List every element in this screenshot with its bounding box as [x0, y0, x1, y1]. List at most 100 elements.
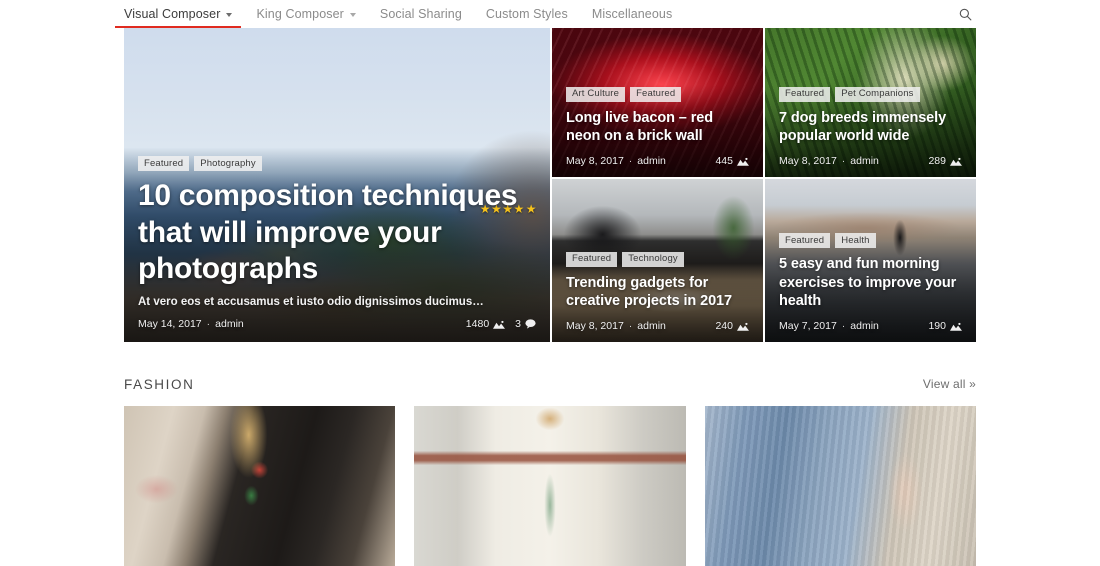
- view-count-value: 1480: [465, 318, 490, 330]
- card-meta-left: May 7, 2017 · admin: [779, 320, 879, 332]
- card-title[interactable]: Long live bacon – red neon on a brick wa…: [566, 109, 749, 146]
- tag-featured[interactable]: Featured: [138, 156, 190, 172]
- card-content: Featured Technology Trending gadgets for…: [552, 251, 763, 342]
- page-root: Visual Composer King Composer Social Sha…: [0, 0, 1100, 566]
- section-title: FASHION: [124, 376, 195, 392]
- view-count-value: 289: [928, 155, 946, 167]
- card-view-count: 190: [928, 320, 962, 332]
- card-meta-right: 190: [928, 320, 962, 332]
- hero-meta: May 14, 2017 · admin 1480 3: [138, 318, 536, 330]
- hero-meta-left: May 14, 2017 · admin: [138, 318, 244, 330]
- tag-pet-companions[interactable]: Pet Companions: [835, 86, 920, 102]
- card-title[interactable]: 5 easy and fun morning exercises to impr…: [779, 255, 962, 311]
- views-icon: [737, 322, 749, 331]
- fashion-thumbnail-image: [124, 406, 396, 566]
- hero-date: May 14, 2017: [138, 318, 202, 330]
- card-meta-right: 289: [928, 155, 962, 167]
- featured-card-exercise[interactable]: Featured Health 5 easy and fun morning e…: [765, 179, 976, 342]
- views-icon: [737, 157, 749, 166]
- featured-card-gadgets[interactable]: Featured Technology Trending gadgets for…: [552, 179, 763, 342]
- tag-art-culture[interactable]: Art Culture: [566, 86, 626, 102]
- card-meta-right: 445: [715, 155, 749, 167]
- card-date: May 8, 2017: [566, 320, 624, 332]
- tag-photography[interactable]: Photography: [194, 156, 262, 172]
- card-title[interactable]: Trending gadgets for creative projects i…: [566, 274, 749, 311]
- featured-card-neon[interactable]: Art Culture Featured Long live bacon – r…: [552, 28, 763, 177]
- views-icon: [493, 320, 506, 329]
- card-view-count: 240: [715, 320, 749, 332]
- card-meta-left: May 8, 2017 · admin: [566, 320, 666, 332]
- card-meta-right: 240: [715, 320, 749, 332]
- card-content: Art Culture Featured Long live bacon – r…: [552, 86, 763, 177]
- nav-items-container: Visual Composer King Composer Social Sha…: [114, 0, 976, 28]
- featured-posts-grid: ★★★★ ★ Featured Photography 10 compositio…: [124, 28, 976, 342]
- nav-item-custom-styles[interactable]: Custom Styles: [486, 0, 568, 28]
- card-tags: Featured Technology: [566, 251, 749, 267]
- card-meta: May 7, 2017 · admin 190: [779, 320, 962, 332]
- card-meta: May 8, 2017 · admin 445: [566, 155, 749, 167]
- view-count-value: 445: [715, 155, 733, 167]
- card-date: May 8, 2017: [566, 155, 624, 167]
- nav-item-label: Social Sharing: [379, 7, 462, 21]
- hero-author[interactable]: admin: [215, 318, 244, 330]
- hero-content: Featured Photography 10 composition tech…: [124, 156, 550, 342]
- hero-view-count: 1480: [465, 318, 506, 330]
- nav-item-label: Miscellaneous: [591, 7, 673, 21]
- tag-featured[interactable]: Featured: [630, 86, 682, 102]
- fashion-card-1[interactable]: [124, 406, 396, 566]
- nav-item-label: King Composer: [256, 7, 344, 21]
- card-author[interactable]: admin: [637, 155, 666, 167]
- fashion-card-3[interactable]: [704, 406, 976, 566]
- featured-hero-card[interactable]: ★★★★ ★ Featured Photography 10 compositio…: [124, 28, 550, 342]
- card-meta-left: May 8, 2017 · admin: [779, 155, 879, 167]
- fashion-card-2[interactable]: [414, 406, 686, 566]
- card-meta-left: May 8, 2017 · admin: [566, 155, 666, 167]
- tag-technology[interactable]: Technology: [622, 251, 684, 267]
- card-tags: Featured Health: [779, 233, 962, 249]
- nav-item-king-composer[interactable]: King Composer: [256, 0, 356, 28]
- tag-featured[interactable]: Featured: [566, 251, 618, 267]
- tag-featured[interactable]: Featured: [779, 233, 831, 249]
- nav-item-miscellaneous[interactable]: Miscellaneous: [592, 0, 673, 28]
- card-view-count: 289: [928, 155, 962, 167]
- search-button[interactable]: [954, 0, 976, 28]
- featured-card-dog[interactable]: Featured Pet Companions 7 dog breeds imm…: [765, 28, 976, 177]
- fashion-thumbnail-image: [414, 406, 686, 566]
- tag-featured[interactable]: Featured: [779, 86, 831, 102]
- card-tags: Art Culture Featured: [566, 86, 749, 102]
- search-icon: [959, 8, 971, 20]
- card-meta: May 8, 2017 · admin 289: [779, 155, 962, 167]
- card-author[interactable]: admin: [850, 320, 879, 332]
- meta-separator: ·: [628, 155, 633, 167]
- chevron-down-icon: [226, 13, 233, 17]
- view-all-link[interactable]: View all »: [923, 377, 976, 391]
- nav-item-label: Custom Styles: [485, 7, 568, 21]
- comment-count-value: 3: [515, 318, 521, 330]
- view-count-value: 240: [715, 320, 733, 332]
- fashion-posts-row: [124, 406, 976, 566]
- meta-separator: ·: [206, 318, 211, 330]
- hero-meta-right: 1480 3: [466, 318, 536, 330]
- tag-health[interactable]: Health: [835, 233, 876, 249]
- nav-item-visual-composer[interactable]: Visual Composer: [114, 0, 242, 28]
- hero-title[interactable]: 10 composition techniques that will impr…: [138, 178, 536, 288]
- main-navigation: Visual Composer King Composer Social Sha…: [0, 0, 1100, 28]
- comment-icon: [525, 319, 536, 329]
- meta-separator: ·: [841, 320, 846, 332]
- card-date: May 7, 2017: [779, 320, 837, 332]
- card-content: Featured Pet Companions 7 dog breeds imm…: [765, 86, 976, 177]
- meta-separator: ·: [841, 155, 846, 167]
- card-title[interactable]: 7 dog breeds immensely popular world wid…: [779, 109, 962, 146]
- chevron-down-icon: [349, 13, 356, 17]
- fashion-section-header: FASHION View all »: [124, 368, 976, 400]
- nav-item-social-sharing[interactable]: Social Sharing: [380, 0, 462, 28]
- views-icon: [950, 322, 962, 331]
- fashion-thumbnail-image: [704, 406, 976, 566]
- hero-tags: Featured Photography: [138, 156, 536, 172]
- view-count-value: 190: [928, 320, 946, 332]
- card-author[interactable]: admin: [637, 320, 666, 332]
- nav-item-label: Visual Composer: [124, 7, 221, 21]
- card-content: Featured Health 5 easy and fun morning e…: [765, 233, 976, 342]
- card-view-count: 445: [715, 155, 749, 167]
- card-author[interactable]: admin: [850, 155, 879, 167]
